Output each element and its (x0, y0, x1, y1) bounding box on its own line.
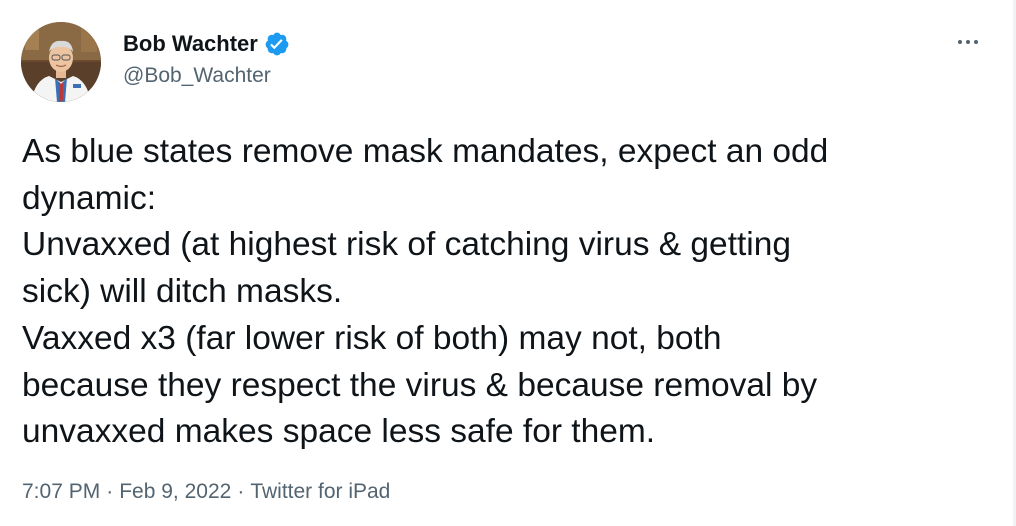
verified-badge-icon (264, 31, 290, 57)
avatar[interactable] (21, 22, 101, 102)
author-name-row: Bob Wachter (123, 30, 290, 58)
tweet-text-line: unvaxxed makes space less safe for them. (22, 413, 656, 451)
tweet-metadata: 7:07 PM · Feb 9, 2022 · Twitter for iPad (22, 480, 390, 504)
more-horizontal-icon (966, 40, 970, 44)
author-display-name[interactable]: Bob Wachter (123, 31, 258, 57)
author-handle[interactable]: @Bob_Wachter (123, 64, 271, 88)
tweet-text-line: dynamic: (22, 179, 157, 217)
meta-separator: · (237, 480, 245, 503)
tweet-text-line: Unvaxxed (at highest risk of catching vi… (22, 226, 792, 264)
profile-photo-icon (21, 22, 101, 102)
tweet-text-line: sick) will ditch masks. (22, 273, 343, 311)
tweet-card: Bob Wachter @Bob_Wachter As blue states … (0, 0, 1016, 526)
tweet-date-link[interactable]: Feb 9, 2022 (119, 480, 231, 503)
tweet-text-line: As blue states remove mask mandates, exp… (22, 133, 829, 170)
tweet-text-line: because they respect the virus & because… (22, 366, 818, 404)
more-options-button[interactable] (951, 28, 985, 56)
more-horizontal-icon (974, 40, 978, 44)
tweet-text-line: Vaxxed x3 (far lower risk of both) may n… (22, 319, 722, 357)
tweet-time-link[interactable]: 7:07 PM (22, 480, 100, 503)
tweet-source-link[interactable]: Twitter for iPad (250, 480, 390, 503)
tweet-text: As blue states remove mask mandates, exp… (22, 129, 997, 456)
more-horizontal-icon (958, 40, 962, 44)
meta-separator: · (106, 480, 114, 503)
